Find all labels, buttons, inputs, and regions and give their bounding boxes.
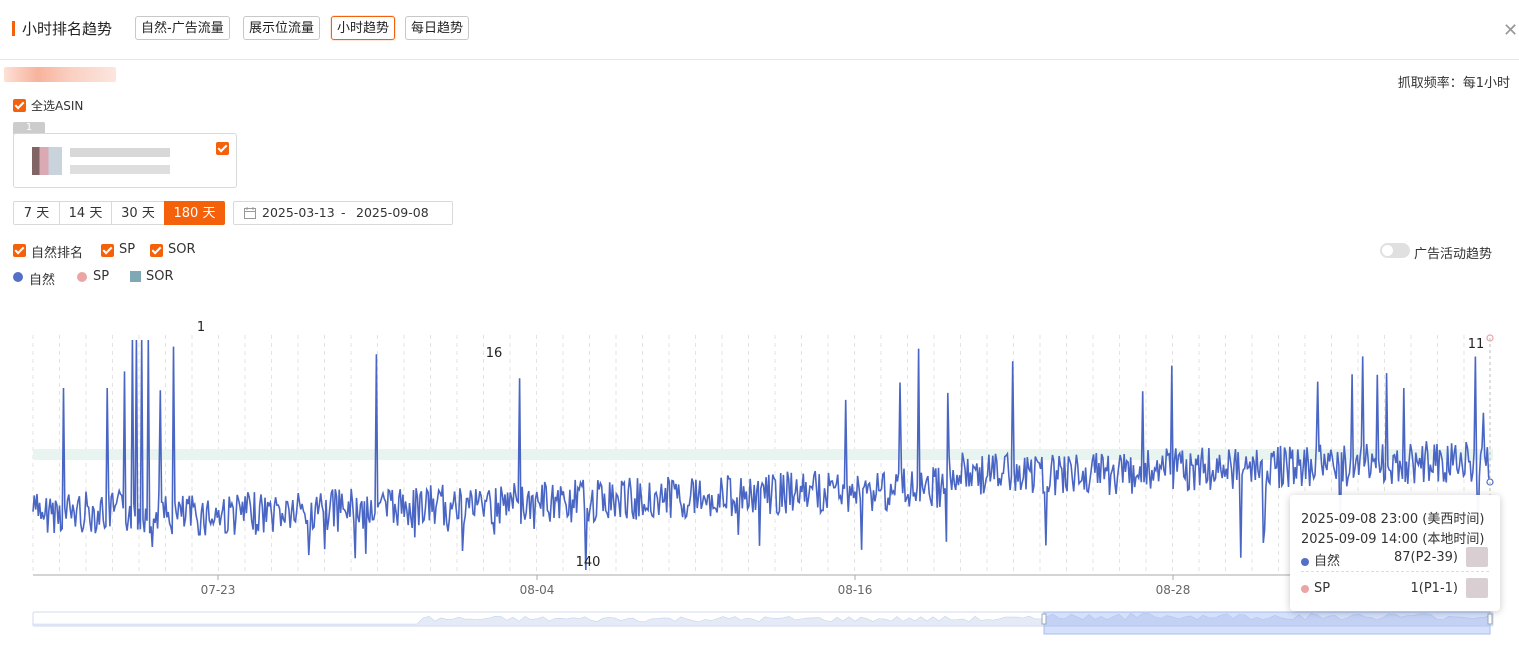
tooltip-row-sp: SP (1301, 581, 1330, 596)
datazoom-handle-left[interactable] (1041, 613, 1047, 625)
tooltip-sp-dot (1301, 584, 1309, 593)
tooltip-row-natural: 自然 (1301, 550, 1340, 569)
annotation-label: 16 (486, 346, 503, 361)
tooltip-time-local: 2025-09-09 14:00 (本地时间) (1301, 532, 1485, 547)
tooltip-blurred-thumb-2 (1466, 578, 1488, 598)
tooltip-natural-label: 自然 (1314, 554, 1341, 569)
annotation-label: 1 (197, 320, 205, 335)
annotation-label: 140 (576, 555, 601, 570)
x-tick-label: 08-04 (520, 583, 555, 597)
tooltip-time-us: 2025-09-08 23:00 (美西时间) (1301, 512, 1485, 527)
tooltip-sp-label: SP (1314, 581, 1331, 596)
x-tick-label: 08-28 (1156, 583, 1191, 597)
tooltip-blurred-thumb (1466, 547, 1488, 567)
chart-tooltip: 2025-09-08 23:00 (美西时间) 2025-09-09 14:00… (1290, 495, 1500, 611)
tooltip-natural-value: 87(P2-39) (1393, 550, 1458, 565)
tooltip-natural-dot (1301, 557, 1309, 566)
annotation-label: 11 (1468, 337, 1485, 352)
datazoom-handle-right[interactable] (1487, 613, 1493, 625)
x-axis-ticks: 07-23 08-04 08-16 08-28 (201, 575, 1191, 597)
datazoom-selection[interactable] (1043, 611, 1491, 635)
x-tick-label: 07-23 (201, 583, 236, 597)
tooltip-sp-value: 1(P1-1) (1410, 581, 1459, 596)
x-tick-label: 08-16 (838, 583, 873, 597)
